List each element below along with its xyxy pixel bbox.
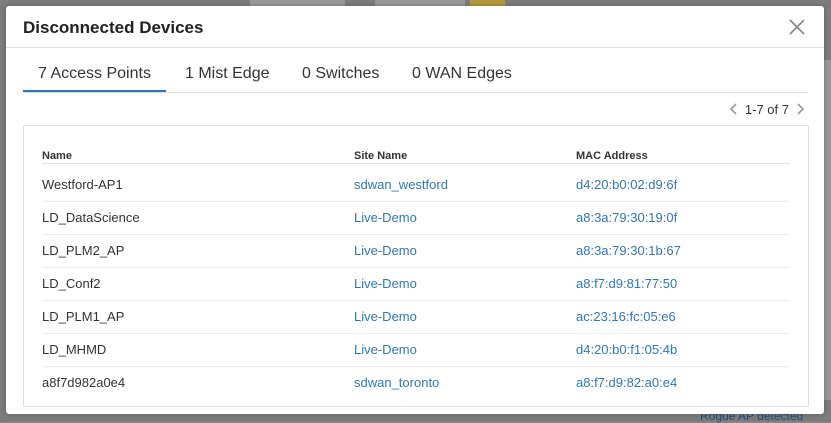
mac-address-link[interactable]: d4:20:b0:f1:05:4b: [576, 342, 677, 357]
devices-table: Name Site Name MAC Address Westford-AP1 s…: [23, 125, 809, 407]
site-name-link[interactable]: Live-Demo: [354, 276, 417, 291]
tab-wan-edges[interactable]: 0 WAN Edges: [412, 64, 512, 92]
table-row[interactable]: LD_PLM1_AP Live-Demo ac:23:16:fc:05:e6: [42, 300, 790, 334]
tab-switches[interactable]: 0 Switches: [302, 64, 379, 92]
column-header-site-name[interactable]: Site Name: [354, 150, 407, 162]
device-name: LD_PLM2_AP: [42, 243, 125, 258]
table-row[interactable]: Westford-AP1 sdwan_westford d4:20:b0:02:d9…: [42, 168, 790, 202]
table-row[interactable]: LD_Conf2 Live-Demo a8:f7:d9:81:77:50: [42, 267, 790, 301]
mac-address-link[interactable]: ac:23:16:fc:05:e6: [576, 309, 676, 324]
site-name-link[interactable]: Live-Demo: [354, 342, 417, 357]
mac-address-link[interactable]: a8:3a:79:30:19:0f: [576, 210, 677, 225]
disconnected-devices-modal: Disconnected Devices 7 Access Points 1 M…: [6, 6, 824, 414]
close-icon[interactable]: [788, 18, 806, 36]
site-name-link[interactable]: Live-Demo: [354, 210, 417, 225]
mac-address-link[interactable]: a8:f7:d9:81:77:50: [576, 276, 677, 291]
tab-mist-edge[interactable]: 1 Mist Edge: [185, 64, 269, 92]
device-name: a8f7d982a0e4: [42, 375, 126, 390]
site-name-link[interactable]: sdwan_westford: [354, 177, 448, 192]
site-name-link[interactable]: sdwan_toronto: [354, 375, 439, 390]
chevron-left-icon[interactable]: [729, 102, 739, 116]
tab-access-points[interactable]: 7 Access Points: [23, 64, 166, 92]
pagination: 1-7 of 7: [729, 100, 805, 118]
mac-address-link[interactable]: a8:3a:79:30:1b:67: [576, 243, 681, 258]
table-row[interactable]: LD_MHMD Live-Demo d4:20:b0:f1:05:4b: [42, 333, 790, 367]
device-name: LD_MHMD: [42, 342, 107, 357]
device-name: LD_Conf2: [42, 276, 101, 291]
device-name: Westford-AP1: [42, 177, 123, 192]
pagination-label: 1-7 of 7: [744, 101, 789, 117]
device-name: LD_DataScience: [42, 210, 140, 225]
device-name: LD_PLM1_AP: [42, 309, 125, 324]
site-name-link[interactable]: Live-Demo: [354, 309, 417, 324]
table-row[interactable]: LD_DataScience Live-Demo a8:3a:79:30:19:0f: [42, 201, 790, 235]
table-row[interactable]: LD_PLM2_AP Live-Demo a8:3a:79:30:1b:67: [42, 234, 790, 268]
table-row[interactable]: a8f7d982a0e4 sdwan_toronto a8:f7:d9:82:a0:…: [42, 366, 790, 399]
mac-address-link[interactable]: a8:f7:d9:82:a0:e4: [576, 375, 677, 390]
tabs-divider: [23, 92, 807, 93]
table-header: Name Site Name MAC Address: [42, 143, 790, 164]
chevron-right-icon[interactable]: [795, 102, 805, 116]
modal-title: Disconnected Devices: [23, 18, 204, 37]
device-tabs: 7 Access Points 1 Mist Edge 0 Switches 0…: [23, 64, 807, 92]
column-header-mac-address[interactable]: MAC Address: [576, 150, 648, 162]
site-name-link[interactable]: Live-Demo: [354, 243, 417, 258]
column-header-name[interactable]: Name: [42, 150, 72, 162]
mac-address-link[interactable]: d4:20:b0:02:d9:6f: [576, 177, 677, 192]
header-divider: [6, 47, 824, 48]
